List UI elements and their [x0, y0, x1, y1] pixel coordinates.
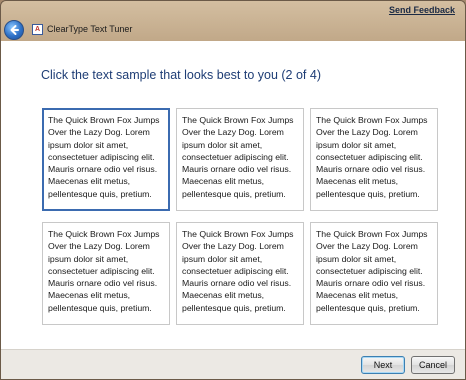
sample-text: The Quick Brown Fox Jumps Over the Lazy …: [182, 115, 294, 199]
window-chrome: Send Feedback A ClearType Text Tuner: [1, 1, 465, 41]
cleartype-window: Send Feedback A ClearType Text Tuner Cli…: [0, 0, 466, 380]
back-arrow-icon: [10, 25, 19, 35]
next-button[interactable]: Next: [361, 356, 405, 374]
sample-text: The Quick Brown Fox Jumps Over the Lazy …: [316, 229, 428, 313]
back-button[interactable]: [4, 20, 24, 40]
wizard-footer: Next Cancel: [1, 349, 465, 379]
wizard-content: Click the text sample that looks best to…: [1, 41, 465, 349]
text-sample-6[interactable]: The Quick Brown Fox Jumps Over the Lazy …: [310, 222, 438, 325]
text-sample-1[interactable]: The Quick Brown Fox Jumps Over the Lazy …: [42, 108, 170, 211]
text-sample-4[interactable]: The Quick Brown Fox Jumps Over the Lazy …: [42, 222, 170, 325]
window-title: ClearType Text Tuner: [47, 24, 133, 34]
sample-text: The Quick Brown Fox Jumps Over the Lazy …: [182, 229, 294, 313]
page-heading: Click the text sample that looks best to…: [41, 68, 321, 82]
text-sample-5[interactable]: The Quick Brown Fox Jumps Over the Lazy …: [176, 222, 304, 325]
cancel-button[interactable]: Cancel: [411, 356, 455, 374]
text-sample-2[interactable]: The Quick Brown Fox Jumps Over the Lazy …: [176, 108, 304, 211]
cleartype-app-icon: A: [32, 24, 43, 35]
sample-text: The Quick Brown Fox Jumps Over the Lazy …: [48, 115, 160, 199]
send-feedback-link[interactable]: Send Feedback: [389, 5, 455, 15]
text-sample-3[interactable]: The Quick Brown Fox Jumps Over the Lazy …: [310, 108, 438, 211]
sample-text: The Quick Brown Fox Jumps Over the Lazy …: [48, 229, 160, 313]
sample-text: The Quick Brown Fox Jumps Over the Lazy …: [316, 115, 428, 199]
